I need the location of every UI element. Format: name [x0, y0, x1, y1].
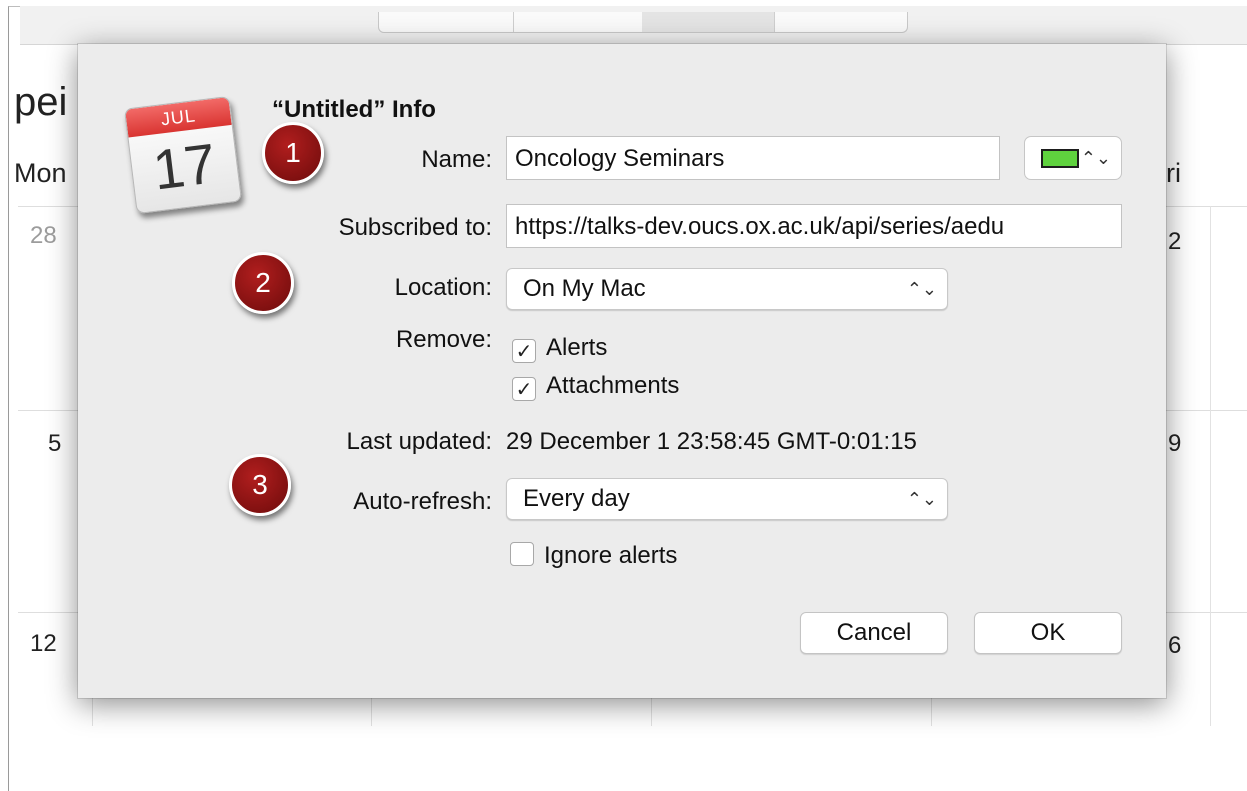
popup-arrows-icon: ⌃⌄ — [906, 279, 937, 299]
remove-attachments-label: Attachments — [546, 372, 680, 399]
remove-alerts-label: Alerts — [546, 334, 608, 361]
day-number: 2 — [1168, 228, 1182, 255]
view-segment-selected[interactable] — [642, 12, 774, 32]
color-swatch — [1041, 149, 1079, 168]
name-field[interactable]: Oncology Seminars — [506, 136, 1000, 180]
dialog-title: “Untitled” Info — [272, 96, 436, 123]
calendar-icon-day: 17 — [149, 131, 220, 202]
calendar-color-popup[interactable]: ⌃⌄ — [1024, 136, 1122, 180]
autorefresh-value: Every day — [523, 485, 630, 512]
ignore-alerts-checkbox[interactable]: Ignore alerts — [510, 542, 677, 570]
remove-label: Remove: — [395, 326, 492, 353]
last-updated-label: Last updated: — [346, 428, 492, 455]
popup-arrows-icon: ⌃⌄ — [1080, 148, 1111, 168]
weekday-header-monday: Mon — [14, 158, 67, 188]
checkbox-checked-icon[interactable]: ✓ — [512, 377, 536, 401]
view-segmented-control[interactable] — [378, 12, 908, 33]
remove-alerts-checkbox[interactable]: ✓ Alerts — [512, 334, 607, 363]
name-label: Name: — [421, 146, 492, 173]
calendar-toolbar — [20, 6, 1247, 45]
remove-attachments-checkbox[interactable]: ✓ Attachments — [512, 372, 679, 401]
annotation-badge-1: 1 — [262, 122, 324, 184]
day-number: 12 — [30, 630, 57, 657]
day-number: 28 — [30, 222, 57, 249]
grid-line — [1210, 206, 1211, 726]
day-number: 6 — [1168, 632, 1182, 659]
annotation-badge-3: 3 — [229, 454, 291, 516]
location-value: On My Mac — [523, 275, 646, 302]
subscribed-label: Subscribed to: — [338, 214, 492, 241]
day-number: 9 — [1168, 430, 1182, 457]
checkbox-unchecked-icon[interactable] — [510, 542, 534, 566]
day-number: 5 — [48, 430, 62, 457]
weekday-header-friday: ri — [1166, 158, 1181, 188]
calendar-info-dialog: JUL 17 “Untitled” Info Name: Oncology Se… — [78, 44, 1166, 698]
annotation-badge-2: 2 — [232, 252, 294, 314]
autorefresh-label: Auto-refresh: — [353, 488, 492, 515]
subscription-url-field[interactable]: https://talks-dev.oucs.ox.ac.uk/api/seri… — [506, 204, 1122, 248]
last-updated-value: 29 December 1 23:58:45 GMT-0:01:15 — [506, 428, 917, 455]
cancel-button[interactable]: Cancel — [800, 612, 948, 654]
checkbox-checked-icon[interactable]: ✓ — [512, 339, 536, 363]
month-title-fragment: pei — [14, 80, 68, 124]
ok-button[interactable]: OK — [974, 612, 1122, 654]
location-popup[interactable]: On My Mac ⌃⌄ — [506, 268, 948, 310]
popup-arrows-icon: ⌃⌄ — [906, 489, 937, 509]
calendar-app-icon: JUL 17 — [123, 95, 243, 215]
location-label: Location: — [394, 274, 492, 301]
ignore-alerts-label: Ignore alerts — [544, 542, 678, 569]
autorefresh-popup[interactable]: Every day ⌃⌄ — [506, 478, 948, 520]
